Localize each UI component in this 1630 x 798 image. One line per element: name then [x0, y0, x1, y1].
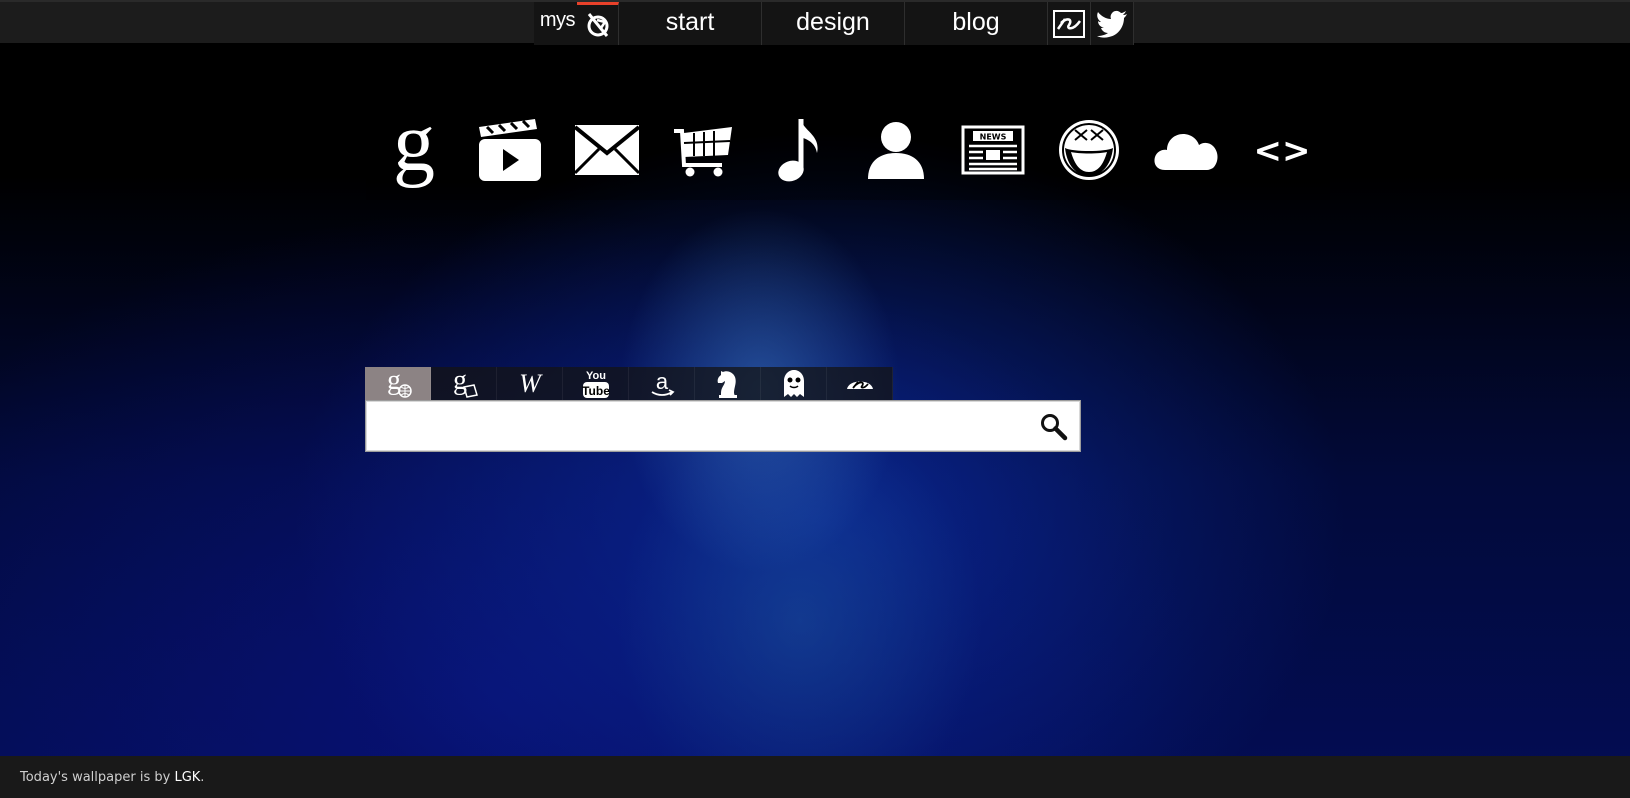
- search-box: [365, 400, 1081, 452]
- logo-mark-icon[interactable]: [577, 2, 619, 45]
- quick-link-humor[interactable]: [1041, 102, 1137, 198]
- quick-link-video[interactable]: [462, 102, 558, 198]
- quick-link-code[interactable]: <>: [1234, 102, 1330, 198]
- twitter-icon: [1097, 10, 1127, 38]
- quick-link-google[interactable]: g: [366, 102, 462, 198]
- quick-link-news[interactable]: NEWS: [945, 102, 1041, 198]
- news-icon: NEWS: [961, 125, 1025, 175]
- search-button[interactable]: [1038, 411, 1070, 443]
- top-navigation-bar: mys start design blog: [0, 0, 1630, 45]
- amazon-icon: a: [651, 369, 675, 396]
- search-engine-tabs: g g W You Tube a: [365, 367, 893, 401]
- engine-tab-amazon[interactable]: a: [629, 367, 695, 401]
- quick-link-cloud[interactable]: [1138, 102, 1234, 198]
- engine-tab-google-images[interactable]: g: [431, 367, 497, 401]
- twitter-link[interactable]: [1091, 2, 1134, 45]
- quick-link-contacts[interactable]: [848, 102, 944, 198]
- music-icon: [778, 119, 818, 182]
- main-nav: mys start design blog: [534, 2, 1134, 45]
- chess-knight-icon: [717, 371, 737, 398]
- news-icon-label: NEWS: [979, 133, 1006, 142]
- laughing-face-icon: [1059, 120, 1120, 180]
- google-web-icon: g: [387, 369, 412, 398]
- search-icon: [1041, 414, 1068, 441]
- engine-tab-ghost[interactable]: [761, 367, 827, 401]
- nav-link-start[interactable]: start: [619, 2, 762, 45]
- youtube-icon: You Tube: [582, 370, 610, 398]
- logo-text[interactable]: mys: [534, 2, 577, 45]
- youtube-label-top: You: [586, 370, 606, 382]
- wikipedia-label: W: [519, 369, 543, 398]
- mail-icon: [574, 125, 639, 175]
- footer-text: Today's wallpaper is by: [20, 769, 175, 785]
- wikipedia-icon: W: [519, 369, 543, 398]
- deviantart-icon: [846, 381, 873, 389]
- engine-tab-deviantart[interactable]: [827, 367, 893, 401]
- cart-icon: [674, 127, 733, 177]
- google-images-icon: g: [453, 369, 478, 398]
- engine-tab-chess[interactable]: [695, 367, 761, 401]
- footer-period: .: [200, 769, 205, 785]
- quick-link-shop[interactable]: [655, 102, 751, 198]
- video-icon: [479, 119, 542, 181]
- code-icon: <>: [1253, 131, 1310, 171]
- quick-launch-bar: g NEWS <>: [366, 100, 1330, 200]
- search-input[interactable]: [374, 407, 1018, 447]
- youtube-label-bottom: Tube: [582, 384, 610, 398]
- wallpaper-author-link[interactable]: LGK: [174, 770, 200, 785]
- nav-link-design[interactable]: design: [762, 2, 905, 45]
- footer: Today's wallpaper is by LGK .: [0, 756, 1630, 798]
- quick-link-music[interactable]: [752, 102, 848, 198]
- engine-tab-youtube[interactable]: You Tube: [563, 367, 629, 401]
- deviantart-icon: [1053, 9, 1085, 38]
- quick-link-mail[interactable]: [559, 102, 655, 198]
- ghost-icon: [783, 370, 804, 397]
- engine-tab-wikipedia[interactable]: W: [497, 367, 563, 401]
- deviantart-link[interactable]: [1048, 2, 1091, 45]
- engine-tab-google-web[interactable]: g: [365, 367, 431, 401]
- nav-link-blog[interactable]: blog: [905, 2, 1048, 45]
- cloud-icon: [1153, 134, 1217, 170]
- svg-text:g: g: [393, 112, 435, 188]
- person-icon: [868, 122, 925, 179]
- amazon-label: a: [655, 369, 668, 394]
- google-icon: g: [393, 112, 435, 188]
- code-icon-label: <>: [1253, 131, 1310, 171]
